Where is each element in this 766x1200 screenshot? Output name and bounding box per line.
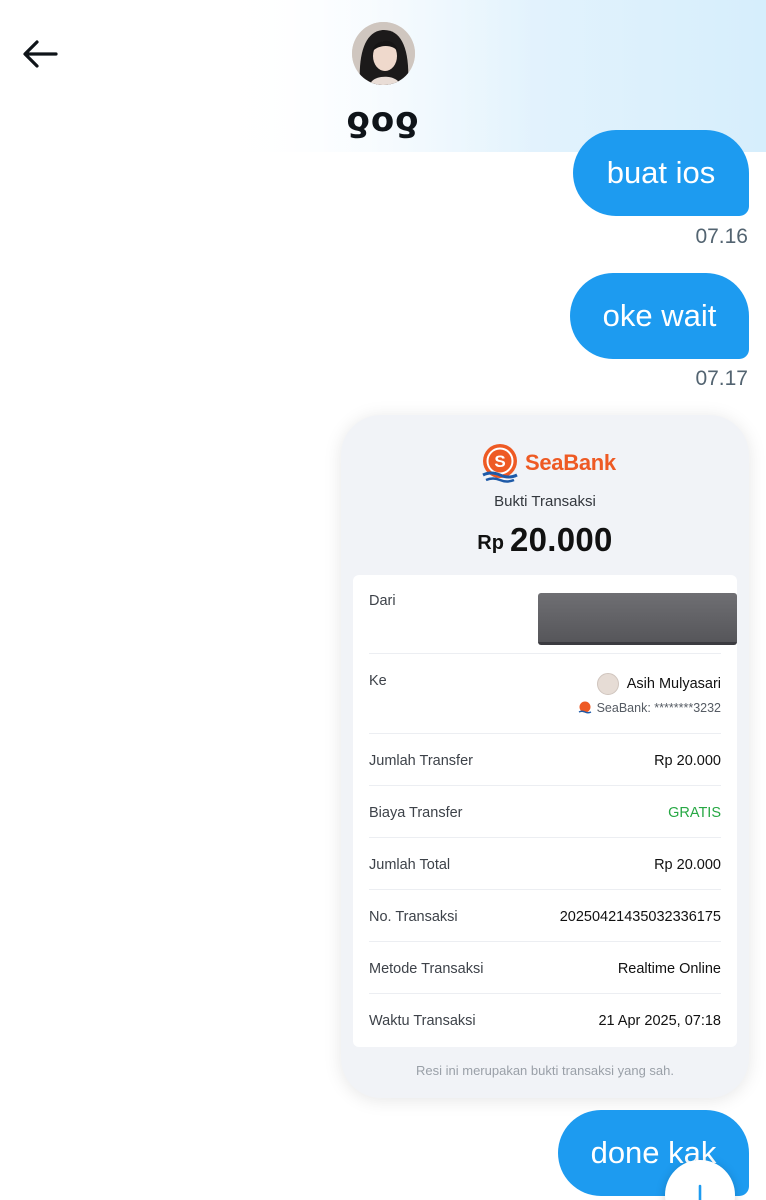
row-label: Waktu Transaksi xyxy=(369,1013,476,1029)
divider xyxy=(369,785,721,786)
redacted-sender xyxy=(538,593,737,645)
message-timestamp: 07.17 xyxy=(695,367,748,390)
message-timestamp: 07.16 xyxy=(695,225,748,248)
row-label: Metode Transaksi xyxy=(369,961,484,977)
recipient-account: SeaBank: ********3232 xyxy=(578,701,721,715)
divider xyxy=(369,941,721,942)
recipient-avatar xyxy=(596,673,619,695)
row-label: Ke xyxy=(369,673,387,689)
receipt-title: Bukti Transaksi xyxy=(494,493,596,510)
divider xyxy=(369,837,721,838)
row-label: No. Transaksi xyxy=(369,909,458,925)
bank-name: SeaBank xyxy=(525,450,616,475)
row-value: Rp 20.000 xyxy=(654,753,721,769)
amount-currency: Rp xyxy=(477,532,504,554)
back-button[interactable] xyxy=(18,34,62,74)
recipient-account-text: SeaBank: ********3232 xyxy=(596,701,721,715)
row-label: Biaya Transfer xyxy=(369,805,463,821)
contact-name[interactable]: ƍoƍ xyxy=(283,100,483,140)
divider xyxy=(369,733,721,734)
seabank-logo-letter: S xyxy=(494,452,505,471)
row-label: Jumlah Total xyxy=(369,857,451,873)
amount-value: 20.000 xyxy=(509,521,613,558)
contact-avatar-image xyxy=(352,22,415,85)
receipt-image-message[interactable]: S SeaBank Bukti Transaksi Rp 20.000 Dari … xyxy=(341,415,749,1098)
message-text: oke wait xyxy=(602,298,717,333)
message-bubble[interactable]: buat ios xyxy=(573,130,749,216)
contact-avatar[interactable] xyxy=(352,22,415,85)
receipt-amount: Rp 20.000 xyxy=(341,521,749,559)
divider xyxy=(369,653,721,654)
divider xyxy=(369,889,721,890)
divider xyxy=(369,993,721,994)
row-value: Realtime Online xyxy=(617,961,721,977)
receipt-details: Dari Ke Asih Mulyasari SeaBank: ********… xyxy=(353,575,737,1047)
row-label: Dari xyxy=(369,593,396,609)
dm-conversation-screen: ƍoƍ buat ios 07.16 oke wait 07.17 S SeaB… xyxy=(0,0,766,1200)
row-value: 21 Apr 2025, 07:18 xyxy=(598,1013,721,1029)
seabank-small-icon xyxy=(578,701,591,714)
message-bubble[interactable]: oke wait xyxy=(570,273,749,359)
recipient-name: Asih Mulyasari xyxy=(626,676,721,692)
row-value: 20250421435032336175 xyxy=(559,909,721,925)
row-label: Jumlah Transfer xyxy=(369,753,473,769)
recipient: Asih Mulyasari xyxy=(596,673,721,695)
receipt-footer: Resi ini merupakan bukti transaksi yang … xyxy=(416,1063,674,1078)
arrow-left-icon xyxy=(23,40,58,68)
row-ke: Ke Asih Mulyasari SeaBank: ********3232 xyxy=(369,673,721,723)
seabank-logo-icon: S xyxy=(482,444,518,483)
seabank-logo: S SeaBank xyxy=(479,441,616,485)
message-text: buat ios xyxy=(606,155,716,190)
row-value: Rp 20.000 xyxy=(654,857,721,873)
arrow-down-icon xyxy=(698,1184,702,1200)
row-value: GRATIS xyxy=(668,805,721,821)
